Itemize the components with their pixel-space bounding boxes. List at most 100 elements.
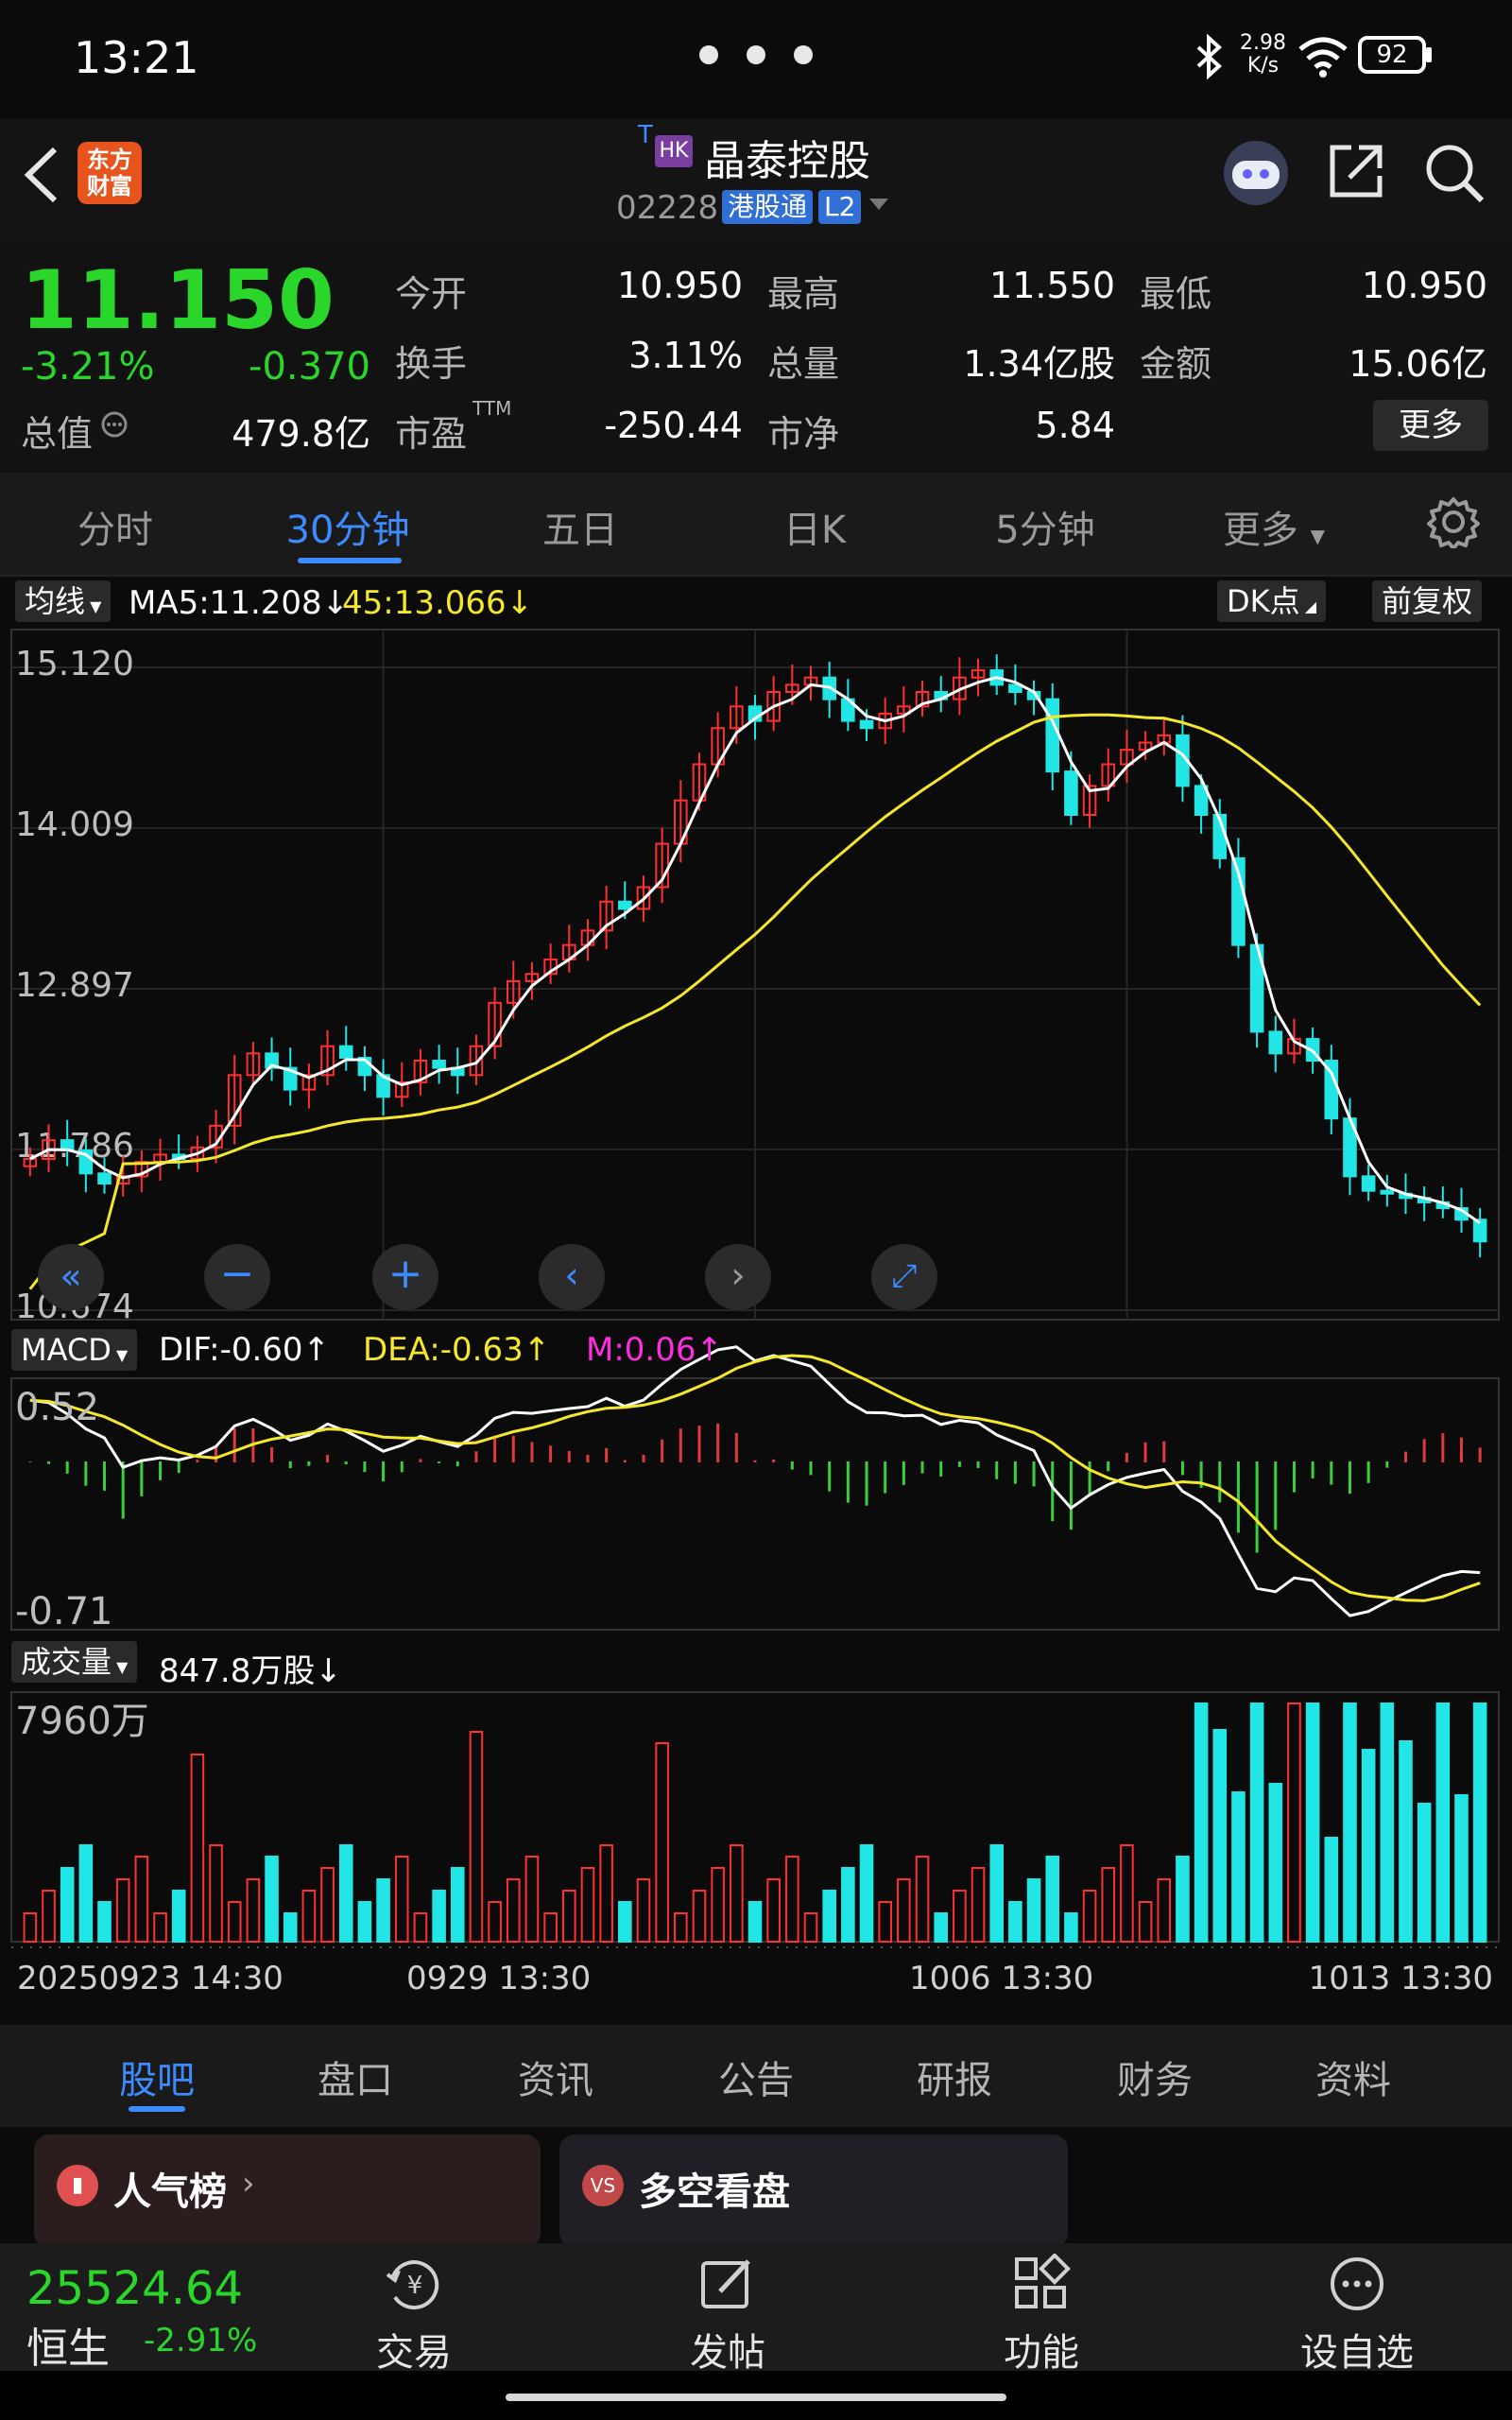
svg-text:¥: ¥ [407, 2272, 423, 2300]
volume-bar [1435, 1703, 1451, 1943]
active-bottom-tab-underline [129, 2106, 185, 2112]
popularity-card[interactable] [34, 2135, 541, 2248]
stock-title[interactable]: 晶泰控股 [704, 127, 870, 187]
amount-label: 金额 [1140, 343, 1212, 385]
watchlist-more-icon[interactable] [1327, 2254, 1387, 2314]
amount-value: 15.06亿 [1349, 343, 1487, 385]
search-icon[interactable] [1423, 142, 1486, 204]
robot-assistant-icon[interactable] [1219, 138, 1293, 208]
volume-bar [469, 1731, 484, 1943]
dropdown-arrow-icon[interactable] [868, 197, 890, 212]
long-short-card[interactable] [559, 2135, 1068, 2248]
zoom-in-button[interactable]: + [372, 1244, 438, 1310]
volume-bar [878, 1901, 892, 1943]
hang-seng-value[interactable]: 25524.64 [26, 2262, 243, 2315]
tab-more[interactable]: 更多 ▼ [1179, 499, 1368, 554]
dropdown-arrow-icon: ▼ [1310, 525, 1326, 547]
volume-bar [1026, 1878, 1041, 1943]
volume-bar [78, 1844, 94, 1943]
volume-bar [1120, 1844, 1134, 1943]
low-value: 10.950 [1362, 265, 1487, 306]
fullscreen-icon[interactable]: ⤢ [871, 1244, 937, 1310]
volume-bar [1454, 1794, 1469, 1943]
post-edit-icon[interactable] [697, 2254, 758, 2314]
volume-bar [822, 1890, 836, 1943]
volume-bar [1082, 1890, 1097, 1943]
pb-label: 市净 [767, 413, 840, 455]
volume-bar [730, 1844, 744, 1943]
volume-bar [171, 1890, 186, 1943]
chart-icon: ▮ [57, 2165, 98, 2206]
volume-bar [413, 1912, 428, 1943]
volume-bar [618, 1901, 632, 1943]
high-value: 11.550 [989, 265, 1115, 306]
macd-m-value: M:0.06↑ [586, 1331, 723, 1369]
scroll-left-button[interactable]: ‹ [539, 1244, 605, 1310]
change-percent: -3.21% [21, 345, 155, 389]
dropdown-arrow-icon: ▼ [112, 1658, 129, 1676]
volume-bar [561, 1890, 576, 1943]
volume-bar [1101, 1867, 1116, 1943]
nav-trade[interactable]: 交易 [319, 2322, 508, 2377]
active-tab-underline [298, 558, 402, 563]
share-icon[interactable] [1325, 140, 1387, 202]
tab-five-day[interactable]: 五日 [486, 499, 675, 554]
tab-30min[interactable]: 30分钟 [253, 499, 442, 554]
functions-grid-icon[interactable] [1011, 2254, 1072, 2314]
volume-label: 总量 [767, 343, 840, 385]
back-arrow-icon[interactable] [19, 144, 64, 206]
volume-bar [711, 1867, 725, 1943]
info-icon[interactable] [100, 410, 129, 439]
tab-5min[interactable]: 5分钟 [951, 499, 1140, 554]
volume-bar [971, 1867, 986, 1943]
nav-add-watchlist[interactable]: 设自选 [1263, 2322, 1452, 2377]
tab-order-book[interactable]: 盘口 [280, 2049, 431, 2104]
volume-bar [134, 1856, 149, 1943]
nav-functions[interactable]: 功能 [947, 2322, 1136, 2377]
volume-bar [636, 1878, 651, 1943]
volume-bar [265, 1856, 279, 1943]
nav-post[interactable]: 发帖 [633, 2322, 822, 2377]
volume-bar [1008, 1901, 1022, 1943]
app-logo: 东方 财富 [77, 142, 142, 204]
open-value: 10.950 [617, 265, 743, 306]
dif-value: DIF:-0.60↑ [159, 1331, 331, 1369]
chevron-right-icon: › [242, 2165, 255, 2203]
tab-profile[interactable]: 资料 [1278, 2049, 1429, 2104]
tab-announcements[interactable]: 公告 [680, 2049, 832, 2104]
volume-bar [450, 1867, 465, 1943]
volume-bar [283, 1912, 298, 1943]
volume-bar [934, 1912, 949, 1943]
hang-seng-name: 恒生 [26, 2325, 110, 2373]
volume-axis-label: 7960万 [15, 1700, 149, 1743]
scroll-right-button[interactable]: › [705, 1244, 771, 1310]
trade-mark-icon: T [638, 121, 653, 149]
settings-gear-icon[interactable] [1427, 495, 1480, 548]
volume-bar [1324, 1837, 1339, 1943]
macd-selector[interactable]: MACD ▼ [11, 1329, 138, 1371]
home-indicator[interactable] [506, 2394, 1006, 2401]
tab-financials[interactable]: 财务 [1079, 2049, 1230, 2104]
volume-bar [989, 1844, 1005, 1943]
time-axis-label: 0929 13:30 [406, 1960, 591, 1997]
volume-selector[interactable]: 成交量 ▼ [11, 1641, 138, 1683]
market-cap-value: 479.8亿 [232, 413, 370, 455]
tab-forum[interactable]: 股吧 [81, 2049, 232, 2104]
turnover-label: 换手 [395, 343, 468, 385]
trade-icon[interactable]: ¥ [382, 2254, 448, 2314]
pe-value: -250.44 [604, 405, 743, 446]
tab-daily-k[interactable]: 日K [720, 499, 909, 554]
zoom-far-left-button[interactable]: « [38, 1244, 104, 1310]
vs-icon: VS [582, 2165, 624, 2206]
level2-tag[interactable]: L2 [818, 190, 862, 224]
dropdown-arrow-icon: ▼ [111, 1346, 129, 1364]
tab-intraday[interactable]: 分时 [21, 499, 210, 554]
zoom-out-button[interactable]: − [204, 1244, 270, 1310]
volume-bar [674, 1912, 688, 1943]
more-quote-button[interactable]: 更多 [1373, 400, 1488, 451]
volume-bar [394, 1856, 409, 1943]
tab-research[interactable]: 研报 [879, 2049, 1030, 2104]
price-axis-label: 14.009 [15, 805, 134, 844]
open-label: 今开 [395, 273, 468, 315]
tab-news[interactable]: 资讯 [480, 2049, 631, 2104]
